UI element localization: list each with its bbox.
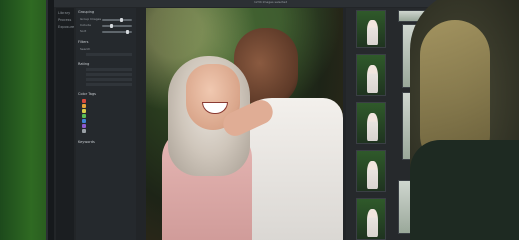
rating-row[interactable] (86, 68, 132, 71)
section-rating[interactable]: Rating (78, 62, 89, 66)
item-search[interactable]: Search (80, 47, 90, 51)
tab-library[interactable]: Library (58, 11, 72, 15)
color-tag-blue[interactable] (82, 119, 86, 123)
color-tag-purple[interactable] (82, 124, 86, 128)
section-grouping[interactable]: Grouping (78, 10, 94, 14)
rating-row[interactable] (86, 83, 132, 86)
color-tag-green[interactable] (82, 114, 86, 118)
color-tag-yellow[interactable] (82, 109, 86, 113)
item-include[interactable]: Include (80, 23, 91, 27)
grouping-slider[interactable] (102, 18, 132, 22)
left-tool-tabs: Library Process Exposure (56, 8, 74, 240)
include-slider[interactable] (102, 24, 132, 28)
color-tag-orange[interactable] (82, 104, 86, 108)
thumbnail[interactable] (356, 102, 386, 144)
thumbnail[interactable] (356, 10, 386, 48)
foreground-person (410, 0, 519, 240)
color-tag-none[interactable] (82, 129, 86, 133)
thumbnail[interactable] (356, 150, 386, 192)
thumbnail[interactable] (356, 198, 386, 240)
color-tag-red[interactable] (82, 99, 86, 103)
main-photo-viewer[interactable] (146, 8, 343, 240)
section-color-tags[interactable]: Color Tags (78, 92, 96, 96)
photo-scene: 1234 Images selected Library Process Exp… (0, 0, 519, 240)
app-title: 1234 Images selected (254, 0, 288, 4)
tab-process[interactable]: Process (58, 18, 72, 22)
item-group-images[interactable]: Group Images (80, 17, 101, 21)
item-sort[interactable]: Sort (80, 29, 86, 33)
section-keywords[interactable]: Keywords (78, 140, 95, 144)
sort-slider[interactable] (102, 30, 132, 34)
tab-exposure[interactable]: Exposure (58, 25, 74, 29)
app-title-bar: 1234 Images selected (54, 0, 452, 7)
monitor-screen: 1234 Images selected Library Process Exp… (54, 0, 452, 240)
filter-row[interactable] (86, 53, 132, 56)
section-filters[interactable]: Filters (78, 40, 89, 44)
rating-row[interactable] (86, 73, 132, 76)
thumbnail[interactable] (356, 54, 386, 96)
person-shirt (410, 140, 519, 240)
library-panel: Grouping Group Images Include Sort Filte… (76, 8, 136, 240)
rating-row[interactable] (86, 78, 132, 81)
